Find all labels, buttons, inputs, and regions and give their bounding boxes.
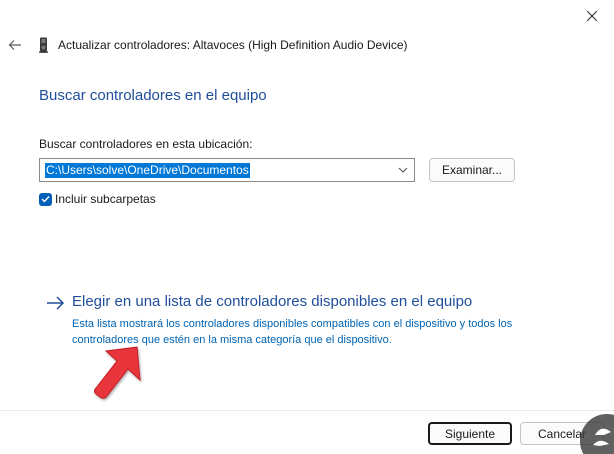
chevron-down-icon: [398, 167, 408, 173]
page-heading: Buscar controladores en el equipo: [39, 87, 267, 104]
location-label: Buscar controladores en esta ubicación:: [39, 137, 253, 151]
footer-divider: [0, 410, 614, 411]
close-icon: [586, 10, 598, 22]
pick-from-list-description: Esta lista mostrará los controladores di…: [72, 318, 513, 346]
speaker-device-icon: [39, 37, 48, 53]
path-dropdown-button[interactable]: [394, 161, 412, 179]
pick-from-list-title[interactable]: Elegir en una lista de controladores dis…: [72, 293, 472, 310]
include-subfolders-checkbox[interactable]: Incluir subcarpetas: [39, 192, 156, 206]
path-input[interactable]: C:\Users\solve\OneDrive\Documentos: [45, 163, 250, 178]
pick-from-list-link[interactable]: Elegir en una lista de controladores dis…: [46, 292, 566, 348]
checkbox-box[interactable]: [39, 192, 52, 206]
update-drivers-dialog: Actualizar controladores: Altavoces (Hig…: [0, 0, 614, 454]
path-combobox[interactable]: C:\Users\solve\OneDrive\Documentos: [39, 158, 415, 182]
window-title: Actualizar controladores: Altavoces (Hig…: [58, 38, 408, 52]
dialog-header: Actualizar controladores: Altavoces (Hig…: [0, 32, 600, 58]
back-button[interactable]: [4, 35, 26, 55]
include-subfolders-label: Incluir subcarpetas: [55, 192, 156, 206]
right-arrow-icon: [47, 296, 65, 310]
next-button[interactable]: Siguiente: [428, 422, 512, 445]
close-button[interactable]: [570, 0, 614, 32]
site-logo-icon: [580, 414, 614, 454]
browse-button[interactable]: Examinar...: [429, 158, 515, 182]
back-arrow-icon: [8, 40, 21, 50]
checkmark-icon: [41, 196, 50, 203]
red-pointer-arrow-icon: [94, 346, 141, 399]
